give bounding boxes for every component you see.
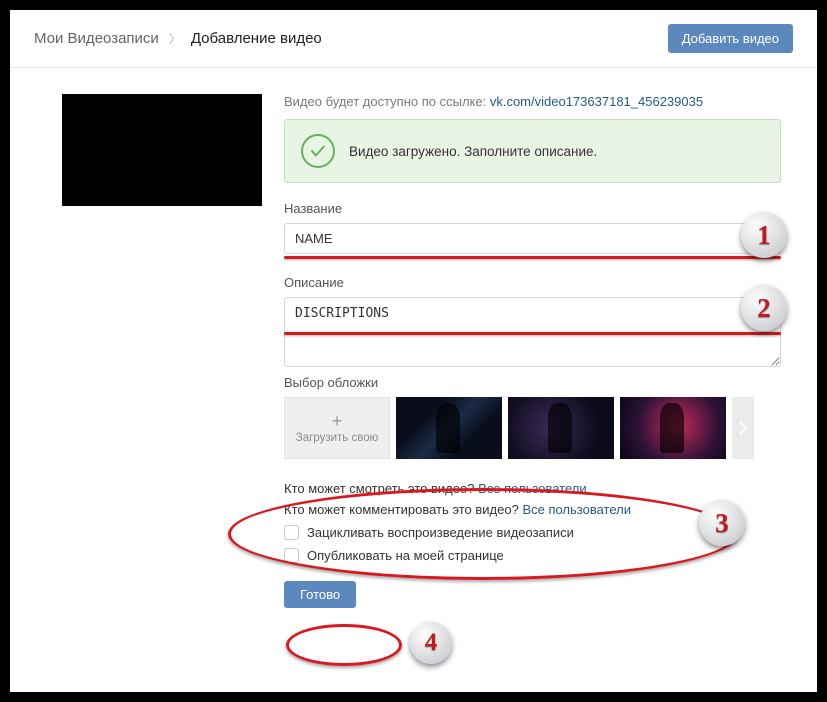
annotation-underline-2 (284, 332, 781, 335)
plus-icon: + (332, 412, 343, 430)
title-label: Название (284, 201, 781, 216)
breadcrumb-current: Добавление видео (191, 30, 322, 47)
privacy-comment-line: Кто может комментировать это видео? Все … (284, 502, 781, 517)
upload-success-banner: Видео загружено. Заполните описание. (284, 119, 781, 183)
cover-selector: + Загрузить свою (284, 397, 781, 459)
chevron-right-icon: 〉 (169, 30, 181, 47)
upload-cover-label: Загрузить свою (296, 432, 378, 444)
privacy-view-line: Кто может смотреть это видео? Все пользо… (284, 481, 781, 496)
cover-option-2[interactable] (508, 397, 614, 459)
video-link[interactable]: vk.com/video173637181_456239035 (490, 94, 703, 109)
video-link-prefix: Видео будет доступно по ссылке: (284, 94, 490, 109)
privacy-comment-link[interactable]: Все пользователи (522, 502, 631, 517)
annotation-badge-4: 4 (410, 622, 452, 664)
privacy-comment-question: Кто может комментировать это видео? (284, 502, 522, 517)
loop-checkbox-label: Зацикливать воспроизведение видеозаписи (307, 525, 574, 540)
check-circle-icon (301, 134, 335, 168)
success-message: Видео загружено. Заполните описание. (349, 144, 597, 159)
add-video-button[interactable]: Добавить видео (668, 24, 793, 53)
page-header: Мои Видеозаписи 〉 Добавление видео Добав… (10, 10, 817, 68)
breadcrumb: Мои Видеозаписи 〉 Добавление видео (34, 30, 668, 47)
upload-cover-tile[interactable]: + Загрузить свою (284, 397, 390, 459)
title-input[interactable] (284, 223, 781, 254)
done-button[interactable]: Готово (284, 581, 356, 608)
annotation-underline-1 (284, 256, 781, 259)
cover-next-button[interactable] (732, 397, 754, 459)
cover-option-1[interactable] (396, 397, 502, 459)
privacy-view-question: Кто может смотреть это видео? (284, 481, 478, 496)
publish-checkbox-label: Опубликовать на моей странице (307, 548, 504, 563)
loop-checkbox[interactable] (284, 525, 299, 540)
cover-label: Выбор обложки (284, 375, 781, 390)
video-link-line: Видео будет доступно по ссылке: vk.com/v… (284, 94, 781, 109)
chevron-right-icon (738, 420, 748, 436)
video-preview-thumbnail (62, 94, 262, 206)
description-label: Описание (284, 275, 781, 290)
publish-checkbox[interactable] (284, 548, 299, 563)
breadcrumb-root[interactable]: Мои Видеозаписи (34, 30, 159, 47)
annotation-ellipse-4 (286, 624, 402, 666)
privacy-settings: Кто может смотреть это видео? Все пользо… (284, 481, 781, 563)
cover-option-3[interactable] (620, 397, 726, 459)
privacy-view-link[interactable]: Все пользователи (478, 481, 587, 496)
